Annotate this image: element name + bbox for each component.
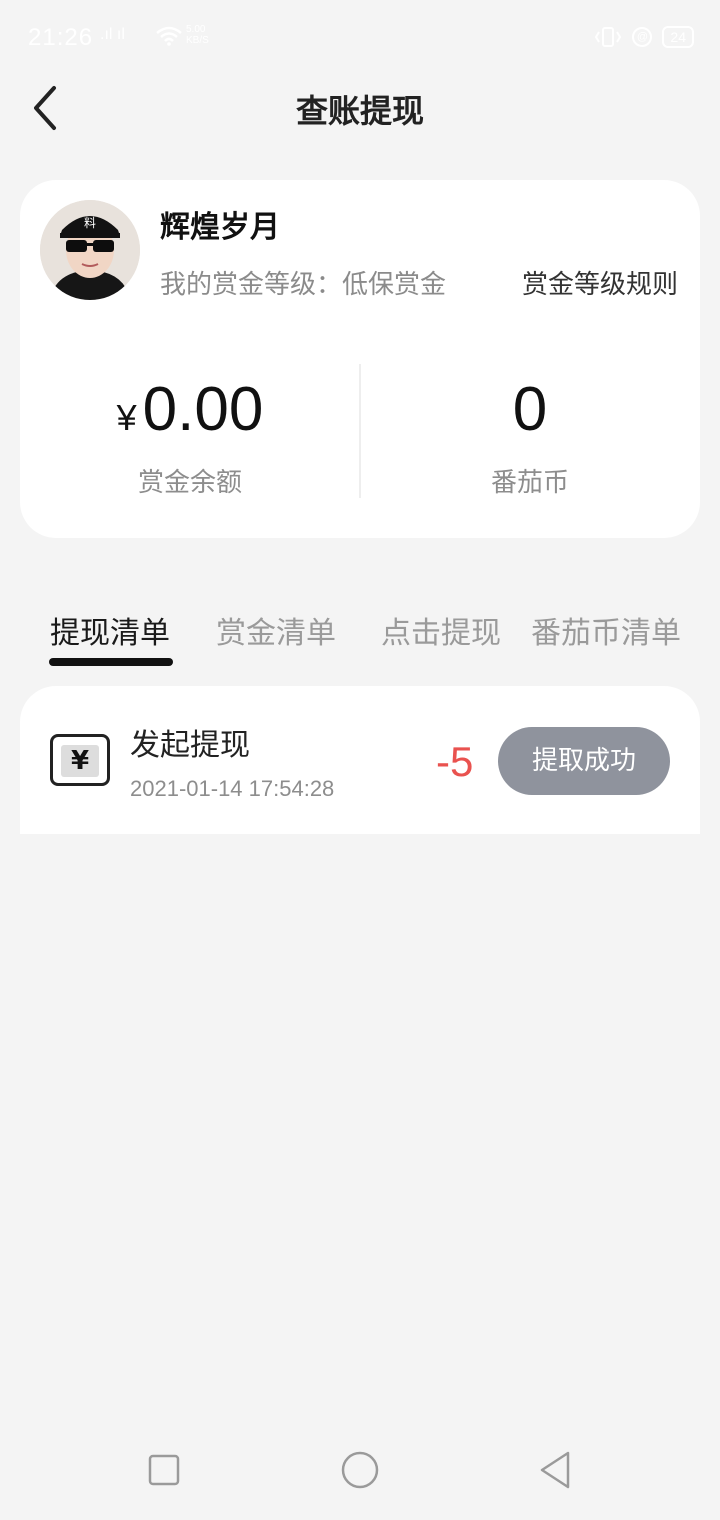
status-right-icons: @ 24 <box>594 26 694 48</box>
tab-withdraw-list[interactable]: 提现清单 <box>50 608 170 652</box>
tab-click-withdraw[interactable]: 点击提现 <box>381 608 501 652</box>
status-badge[interactable]: 提取成功 <box>498 727 670 795</box>
battery-indicator: 24 <box>662 26 694 48</box>
coin-balance: 0 番茄币 <box>360 370 700 499</box>
avatar[interactable]: 料 <box>40 200 140 300</box>
tab-coin-list[interactable]: 番茄币清单 <box>531 608 681 652</box>
tab-bounty-list[interactable]: 赏金清单 <box>216 608 336 652</box>
yen-glyph: ¥ <box>61 745 99 777</box>
yen-icon: ¥ <box>50 734 110 786</box>
speed-unit: KB/S <box>186 35 209 46</box>
page-title: 查账提现 <box>295 92 424 130</box>
record-time: 2021-01-14 17:54:28 <box>130 776 335 801</box>
recent-apps-icon[interactable] <box>146 1448 182 1492</box>
status-bar: 21:26 .ıl ıl 5.00 KB/S @ 24 <box>0 0 720 72</box>
coins-label: 番茄币 <box>490 468 569 498</box>
bounty-balance: ¥0.00 赏金余额 <box>20 370 360 499</box>
status-time: 21:26 <box>28 24 94 51</box>
bounty-label: 赏金余额 <box>137 468 242 498</box>
currency-symbol: ¥ <box>116 397 137 438</box>
back-triangle-icon[interactable] <box>536 1448 576 1492</box>
signal-icon: .ıl ıl <box>100 26 125 43</box>
speed-value: 5.00 <box>186 24 206 35</box>
account-card: 料 辉煌岁月 我的赏金等级：低保赏金 赏金等级规则 ¥0.00 赏金余额 0 番… <box>20 180 700 538</box>
list-item[interactable]: ¥ 发起提现 2021-01-14 17:54:28 -5 提取成功 <box>20 686 700 834</box>
at-icon: @ <box>632 27 653 47</box>
bounty-amount: 0.00 <box>142 375 264 444</box>
record-title: 发起提现 <box>130 728 250 763</box>
user-nickname: 辉煌岁月 <box>160 210 280 245</box>
wifi-icon <box>156 26 182 46</box>
vibrate-icon <box>595 27 622 47</box>
app-header: 查账提现 <box>0 72 720 142</box>
coins-amount: 0 <box>512 375 548 444</box>
active-tab-indicator <box>49 658 173 666</box>
tab-bar: 提现清单 赏金清单 点击提现 番茄币清单 <box>0 600 720 670</box>
bounty-level: 我的赏金等级：低保赏金 <box>160 270 447 300</box>
home-icon[interactable] <box>338 1448 382 1492</box>
level-rules-link[interactable]: 赏金等级规则 <box>522 264 678 301</box>
record-amount: -5 <box>436 738 474 785</box>
svg-text:料: 料 <box>84 216 96 230</box>
system-nav-bar <box>0 1424 720 1520</box>
avatar-image: 料 <box>40 200 140 300</box>
network-speed: 5.00 KB/S <box>186 24 209 46</box>
